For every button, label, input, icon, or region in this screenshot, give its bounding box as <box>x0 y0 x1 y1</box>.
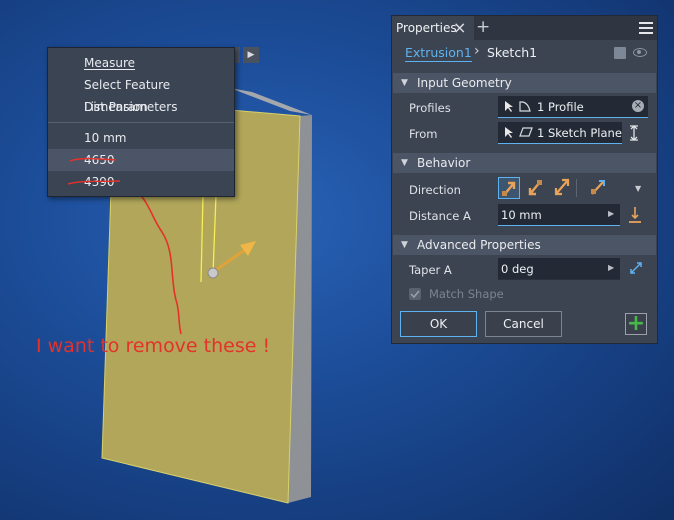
chevron-down-icon: ▼ <box>401 158 408 168</box>
taper-input[interactable]: 0 deg ▶ <box>498 258 620 280</box>
clear-icon[interactable]: × <box>632 100 644 112</box>
chevron-right-icon: › <box>474 43 480 59</box>
direction-flipped-icon <box>528 180 542 196</box>
cursor-select-icon <box>505 101 513 112</box>
profiles-value: 1 Profile <box>537 100 584 114</box>
distance-type-icon[interactable] <box>628 206 642 224</box>
section-behavior[interactable]: ▼ Behavior <box>393 153 656 173</box>
chevron-down-icon: ▼ <box>401 78 408 88</box>
check-icon <box>410 290 420 299</box>
profiles-selector[interactable]: 1 Profile × <box>498 96 648 118</box>
cursor-select-icon <box>505 127 513 138</box>
manipulator-ball[interactable] <box>207 267 219 279</box>
taper-label: Taper A <box>409 263 452 277</box>
distance-label: Distance A <box>409 209 471 223</box>
direction-asymmetric-icon <box>591 180 605 195</box>
from-selector[interactable]: 1 Sketch Plane <box>498 122 622 144</box>
hamburger-menu-icon[interactable] <box>639 22 653 34</box>
cancel-button[interactable]: Cancel <box>485 311 562 337</box>
section-advanced-properties[interactable]: ▼ Advanced Properties <box>393 235 656 255</box>
direction-separator <box>576 179 577 197</box>
distance-input[interactable]: 10 mm ▶ <box>498 204 620 226</box>
direction-label: Direction <box>409 183 461 197</box>
direction-symmetric-icon <box>554 178 570 196</box>
chevron-right-icon[interactable]: ▶ <box>608 209 614 218</box>
from-label: From <box>409 127 438 141</box>
tab-title: Properties <box>396 21 457 35</box>
panel-tab-bar: Properties × + <box>392 16 657 40</box>
direction-default-icon <box>502 181 516 196</box>
breadcrumb-extrusion[interactable]: Extrusion1 <box>405 45 472 62</box>
chevron-down-icon[interactable]: ▼ <box>635 184 641 193</box>
profiles-label: Profiles <box>409 101 451 115</box>
chevron-right-icon[interactable]: ▶ <box>608 263 614 272</box>
properties-panel: Properties × + Extrusion1 › Sketch1 ▼ In… <box>391 15 658 344</box>
cube-icon[interactable] <box>614 47 626 59</box>
section-title: Input Geometry <box>417 76 512 90</box>
breadcrumb: Extrusion1 › Sketch1 <box>392 42 657 66</box>
section-input-geometry[interactable]: ▼ Input Geometry <box>393 73 656 93</box>
context-menu: Measure Select Feature Dimension List Pa… <box>47 47 235 197</box>
annotation-text: I want to remove these ! <box>36 335 271 357</box>
match-shape-checkbox[interactable] <box>409 288 421 300</box>
breadcrumb-sketch[interactable]: Sketch1 <box>487 45 537 61</box>
profile-icon <box>519 101 531 112</box>
direction-asymmetric-button[interactable] <box>588 177 610 199</box>
plane-icon <box>519 127 533 137</box>
match-shape-label: Match Shape <box>429 287 504 301</box>
apply-add-button[interactable]: + <box>625 313 647 335</box>
chevron-down-icon: ▼ <box>401 240 408 250</box>
ok-button[interactable]: OK <box>400 311 477 337</box>
add-tab-icon[interactable]: + <box>476 16 490 39</box>
taper-value: 0 deg <box>501 262 534 276</box>
direction-default-button[interactable] <box>498 177 520 199</box>
flip-direction-icon[interactable] <box>628 125 640 141</box>
section-title: Advanced Properties <box>417 238 541 252</box>
distance-value: 10 mm <box>501 208 542 222</box>
menu-expand-arrow[interactable]: ▶ <box>243 47 259 63</box>
from-value: 1 Sketch Plane <box>537 126 622 140</box>
close-icon[interactable]: × <box>453 16 466 40</box>
direction-flipped-button[interactable] <box>525 177 547 199</box>
direction-symmetric-button[interactable] <box>552 177 574 199</box>
section-title: Behavior <box>417 156 471 170</box>
taper-flip-icon[interactable] <box>629 261 643 275</box>
scribble-marks <box>67 157 121 185</box>
eye-icon[interactable] <box>633 48 647 57</box>
